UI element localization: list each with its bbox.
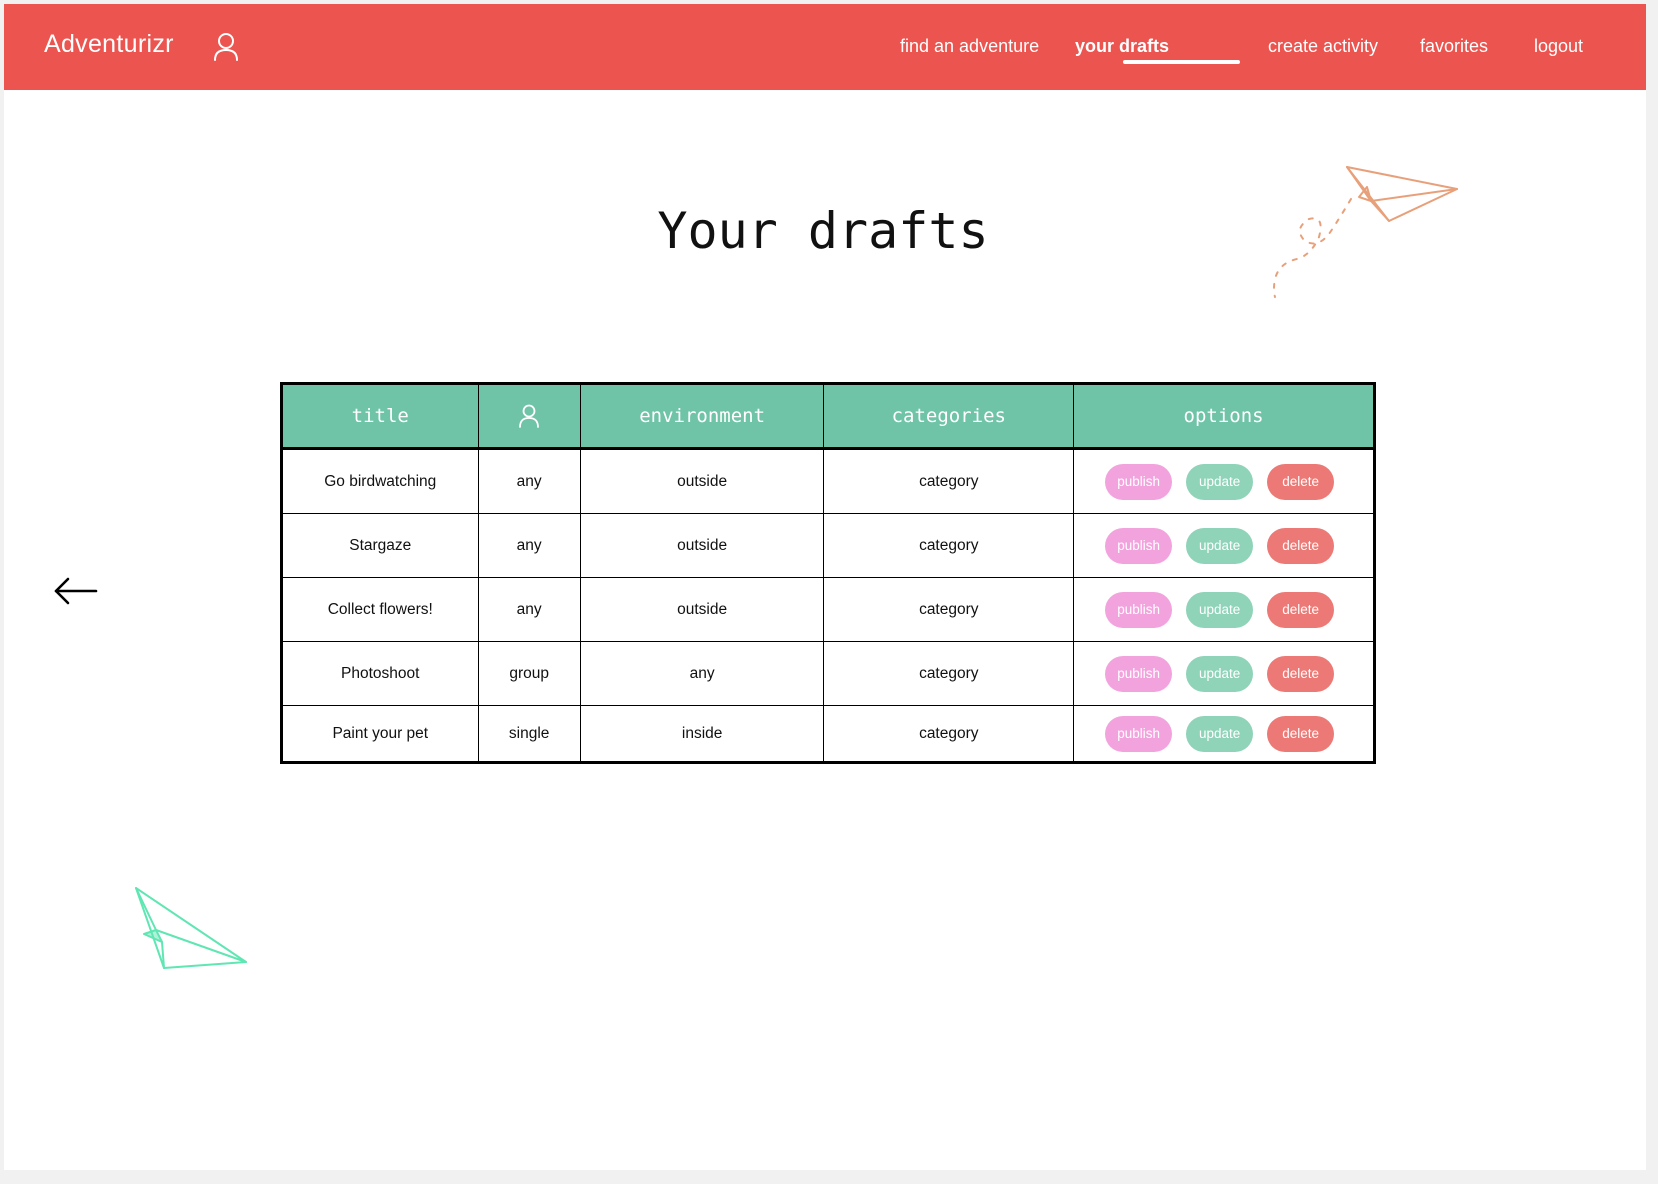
table-row: Stargaze any outside category publish up… [281,513,1375,578]
cell-environment: outside [580,513,825,578]
update-button[interactable]: update [1186,463,1254,500]
update-button[interactable]: update [1186,591,1254,628]
arrow-left-icon[interactable] [52,576,100,606]
user-icon[interactable] [213,32,239,62]
top-nav: Adventurizr find an adventure your draft… [4,4,1646,90]
table-row: Photoshoot group any category publish up… [281,641,1375,706]
header-environment: environment [580,383,825,450]
cell-group: any [478,513,581,578]
cell-category: category [823,641,1075,706]
cell-title: Collect flowers! [281,577,479,642]
cell-environment: inside [580,705,825,763]
table-row: Go birdwatching any outside category pub… [281,448,1375,514]
publish-button[interactable]: publish [1105,715,1173,752]
delete-button[interactable]: delete [1267,463,1335,500]
cell-group: any [478,448,581,514]
cell-category: category [823,705,1075,763]
cell-category: category [823,513,1075,578]
cell-title: Go birdwatching [281,448,479,514]
cell-options: publish update delete [1073,577,1375,642]
cell-title: Paint your pet [281,705,479,763]
nav-link-find-adventure[interactable]: find an adventure [900,36,1039,57]
cell-environment: any [580,641,825,706]
cell-options: publish update delete [1073,513,1375,578]
paper-plane-icon [1273,166,1458,298]
user-icon [519,404,540,428]
cell-title: Photoshoot [281,641,479,706]
header-group [478,383,581,450]
cell-group: single [478,705,581,763]
cell-environment: outside [580,448,825,514]
publish-button[interactable]: publish [1105,463,1173,500]
paper-plane-icon [135,887,247,969]
header-options: options [1073,383,1375,450]
publish-button[interactable]: publish [1105,527,1173,564]
page-title-text: Your drafts [657,202,989,260]
update-button[interactable]: update [1186,715,1254,752]
cell-group: any [478,577,581,642]
delete-button[interactable]: delete [1267,655,1335,692]
table-row: Paint your pet single inside category pu… [281,705,1375,763]
cell-environment: outside [580,577,825,642]
header-categories: categories [823,383,1075,450]
delete-button[interactable]: delete [1267,715,1335,752]
table-row: Collect flowers! any outside category pu… [281,577,1375,642]
update-button[interactable]: update [1186,527,1254,564]
cell-category: category [823,577,1075,642]
delete-button[interactable]: delete [1267,591,1335,628]
cell-category: category [823,448,1075,514]
brand-logo[interactable]: Adventurizr [44,30,174,59]
cell-group: group [478,641,581,706]
table-header-row: title environment categories options [281,383,1375,450]
nav-link-logout[interactable]: logout [1534,36,1583,57]
publish-button[interactable]: publish [1105,655,1173,692]
update-button[interactable]: update [1186,655,1254,692]
nav-link-favorites[interactable]: favorites [1420,36,1488,57]
header-title: title [281,383,479,450]
cell-options: publish update delete [1073,641,1375,706]
drafts-table: title environment categories options Go … [280,382,1376,764]
cell-title: Stargaze [281,513,479,578]
publish-button[interactable]: publish [1105,591,1173,628]
nav-link-your-drafts[interactable]: your drafts [1075,36,1169,57]
nav-link-create-activity[interactable]: create activity [1268,36,1378,57]
delete-button[interactable]: delete [1267,527,1335,564]
cell-options: publish update delete [1073,448,1375,514]
active-tab-underline [1123,60,1240,64]
page: Adventurizr find an adventure your draft… [4,4,1646,1170]
cell-options: publish update delete [1074,706,1375,763]
